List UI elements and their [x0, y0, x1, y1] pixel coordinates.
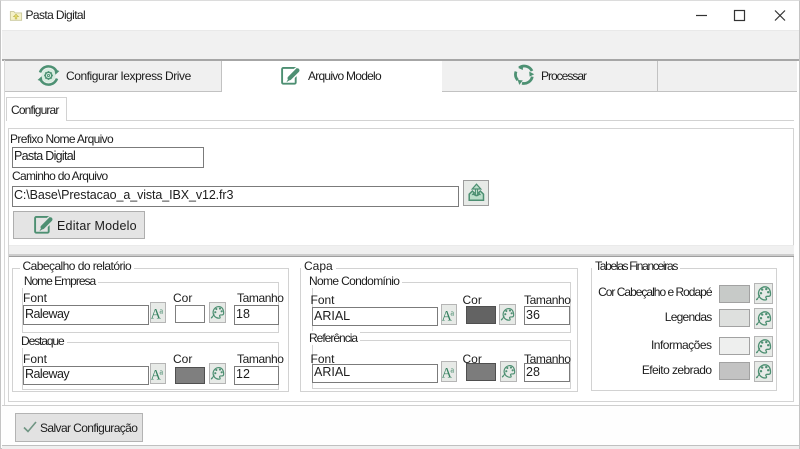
svg-text:a: a	[159, 367, 163, 376]
svg-text:a: a	[450, 365, 454, 374]
svg-text:a: a	[450, 308, 454, 317]
svg-text:a: a	[159, 306, 163, 315]
